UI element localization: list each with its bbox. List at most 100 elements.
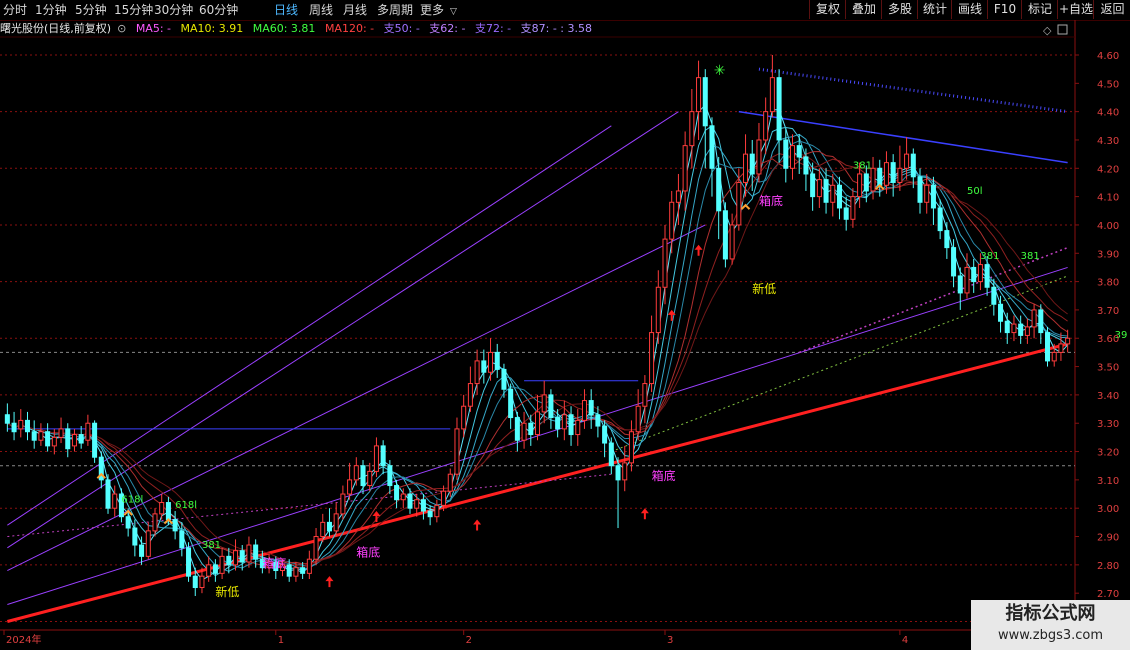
candle-up[interactable] bbox=[1058, 343, 1064, 353]
candle-down[interactable] bbox=[1038, 309, 1044, 334]
candle-down[interactable] bbox=[877, 167, 883, 186]
candle-up[interactable] bbox=[488, 351, 494, 373]
candle-up[interactable] bbox=[897, 167, 903, 183]
candle-up[interactable] bbox=[373, 445, 379, 472]
candle-up[interactable] bbox=[434, 504, 440, 518]
candle-down[interactable] bbox=[514, 417, 520, 441]
candle-down[interactable] bbox=[239, 550, 245, 563]
candle-up[interactable] bbox=[145, 530, 151, 557]
candle-down[interactable] bbox=[722, 210, 728, 260]
candle-down[interactable] bbox=[890, 162, 896, 183]
candle-down[interactable] bbox=[1044, 332, 1051, 362]
candle-down[interactable] bbox=[45, 431, 51, 447]
candle-down[interactable] bbox=[998, 303, 1004, 322]
candle-up[interactable] bbox=[682, 145, 688, 192]
candle-up[interactable] bbox=[675, 190, 681, 203]
candle-up[interactable] bbox=[561, 414, 567, 430]
candle-down[interactable] bbox=[951, 247, 957, 277]
candle-down[interactable] bbox=[192, 575, 198, 589]
candle-down[interactable] bbox=[407, 493, 413, 509]
candle-up[interactable] bbox=[763, 111, 769, 141]
candle-up[interactable] bbox=[635, 405, 641, 433]
candle-down[interactable] bbox=[803, 156, 809, 175]
candle-down[interactable] bbox=[595, 414, 601, 427]
candle-down[interactable] bbox=[971, 266, 977, 283]
candles[interactable] bbox=[4, 54, 1071, 597]
candle-down[interactable] bbox=[776, 77, 782, 141]
candle-up[interactable] bbox=[850, 196, 856, 220]
candle-up[interactable] bbox=[233, 550, 239, 566]
candle-up[interactable] bbox=[622, 462, 628, 481]
candle-down[interactable] bbox=[286, 564, 292, 577]
candle-down[interactable] bbox=[186, 547, 192, 577]
candle-down[interactable] bbox=[944, 230, 950, 249]
candle-up[interactable] bbox=[441, 490, 447, 506]
candle-up[interactable] bbox=[662, 238, 668, 288]
candle-up[interactable] bbox=[857, 173, 863, 198]
candle-down[interactable] bbox=[917, 176, 923, 203]
candle-up[interactable] bbox=[447, 473, 453, 492]
candle-up[interactable] bbox=[977, 264, 983, 283]
candle-down[interactable] bbox=[863, 173, 869, 192]
square-icon[interactable] bbox=[1057, 24, 1068, 35]
candle-up[interactable] bbox=[743, 153, 749, 183]
candle-up[interactable] bbox=[964, 266, 970, 294]
candle-down[interactable] bbox=[937, 207, 943, 232]
candle-down[interactable] bbox=[226, 555, 232, 566]
candle-down[interactable] bbox=[326, 521, 332, 532]
candle-down[interactable] bbox=[1004, 320, 1010, 334]
candle-down[interactable] bbox=[78, 434, 84, 444]
candle-up[interactable] bbox=[769, 77, 775, 113]
candle-down[interactable] bbox=[92, 422, 98, 458]
candle-down[interactable] bbox=[105, 479, 111, 509]
candle-down[interactable] bbox=[125, 516, 131, 529]
candle-down[interactable] bbox=[139, 544, 145, 557]
candle-down[interactable] bbox=[165, 502, 171, 521]
candle-down[interactable] bbox=[65, 428, 71, 450]
candle-down[interactable] bbox=[843, 207, 849, 220]
candle-down[interactable] bbox=[427, 510, 433, 518]
candle-down[interactable] bbox=[253, 544, 259, 560]
diamond-icon[interactable]: ◇ bbox=[1043, 24, 1052, 37]
candle-up[interactable] bbox=[85, 422, 91, 441]
candle-up[interactable] bbox=[18, 419, 24, 430]
candle-down[interactable] bbox=[984, 264, 990, 288]
candle-up[interactable] bbox=[454, 428, 460, 475]
candle-up[interactable] bbox=[293, 567, 299, 577]
candle-up[interactable] bbox=[736, 181, 742, 226]
candle-up[interactable] bbox=[219, 555, 225, 574]
candle-up[interactable] bbox=[628, 431, 634, 464]
candle-down[interactable] bbox=[602, 425, 608, 444]
candle-up[interactable] bbox=[353, 465, 359, 481]
candle-down[interactable] bbox=[494, 351, 500, 370]
candle-up[interactable] bbox=[313, 536, 319, 560]
candle-up[interactable] bbox=[333, 513, 339, 532]
candle-up[interactable] bbox=[1011, 323, 1017, 334]
candle-down[interactable] bbox=[4, 414, 10, 424]
candle-up[interactable] bbox=[1065, 337, 1071, 345]
candle-down[interactable] bbox=[930, 184, 936, 209]
candle-up[interactable] bbox=[541, 394, 547, 413]
candle-down[interactable] bbox=[836, 184, 842, 209]
candle-down[interactable] bbox=[300, 567, 306, 574]
candle-up[interactable] bbox=[152, 513, 158, 532]
candle-down[interactable] bbox=[991, 286, 997, 305]
candle-up[interactable] bbox=[347, 479, 353, 495]
candle-up[interactable] bbox=[51, 436, 57, 447]
candle-up[interactable] bbox=[789, 145, 796, 169]
candle-down[interactable] bbox=[568, 414, 574, 436]
candle-down[interactable] bbox=[179, 530, 185, 549]
candle-up[interactable] bbox=[1031, 309, 1037, 328]
candle-down[interactable] bbox=[172, 519, 178, 532]
candle-up[interactable] bbox=[521, 422, 527, 441]
candle-up[interactable] bbox=[206, 564, 212, 577]
candle-up[interactable] bbox=[534, 411, 541, 436]
candle-up[interactable] bbox=[246, 544, 252, 563]
candle-up[interactable] bbox=[696, 77, 702, 113]
candle-up[interactable] bbox=[1051, 351, 1057, 362]
candle-down[interactable] bbox=[481, 360, 487, 373]
kline-chart[interactable]: 箱底箱底箱底箱底新低新低381381381 38150l618l618l39✳ 4… bbox=[0, 0, 1130, 650]
candle-up[interactable] bbox=[461, 405, 467, 430]
candle-down[interactable] bbox=[749, 153, 755, 175]
candle-down[interactable] bbox=[1018, 323, 1024, 336]
